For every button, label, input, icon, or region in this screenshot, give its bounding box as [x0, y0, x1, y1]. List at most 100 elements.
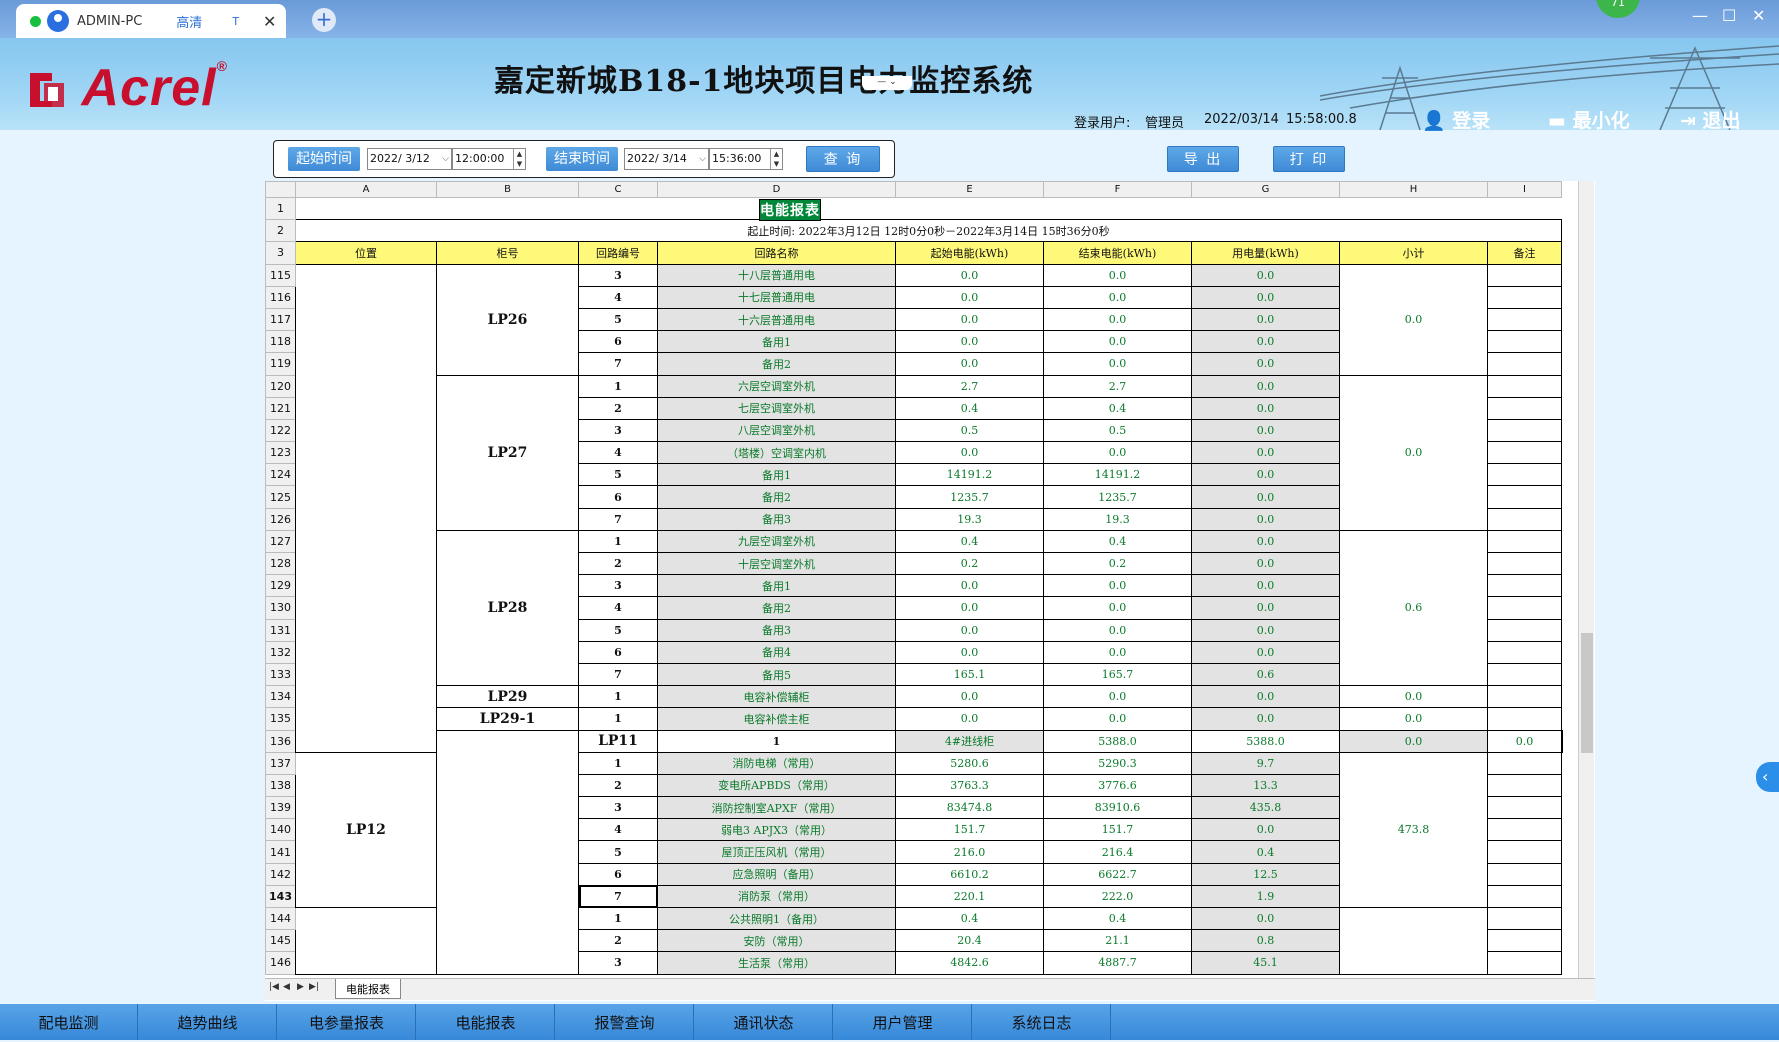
- energy-used[interactable]: 0.8: [1191, 929, 1340, 953]
- prev-sheet-icon[interactable]: ◀: [283, 982, 290, 992]
- circuit-no[interactable]: 6: [578, 485, 658, 509]
- circuit-name[interactable]: 弱电3 APJX3（常用）: [657, 818, 896, 842]
- start-energy[interactable]: 0.0: [895, 618, 1044, 642]
- circuit-no[interactable]: 6: [578, 862, 658, 886]
- circuit-name[interactable]: 电容补偿辅柜: [657, 685, 896, 709]
- column-letter[interactable]: B: [436, 181, 579, 198]
- chevron-down-icon[interactable]: ⌵: [699, 149, 706, 169]
- circuit-no[interactable]: 2: [578, 396, 658, 420]
- energy-used[interactable]: 0.0: [1191, 263, 1340, 287]
- energy-used[interactable]: 435.8: [1191, 796, 1340, 820]
- start-energy[interactable]: 0.0: [895, 685, 1044, 709]
- end-energy[interactable]: 216.4: [1043, 840, 1192, 864]
- login-button[interactable]: 👤 登录: [1422, 106, 1490, 133]
- remark-cell[interactable]: [1487, 751, 1562, 775]
- circuit-no[interactable]: 5: [578, 840, 658, 864]
- start-energy[interactable]: 165.1: [895, 662, 1044, 687]
- circuit-no[interactable]: 4: [578, 818, 658, 842]
- energy-used[interactable]: 0.0: [1191, 529, 1340, 554]
- cabinet-cell[interactable]: LP29-1: [436, 707, 579, 731]
- energy-used[interactable]: 0.0: [1191, 441, 1340, 465]
- end-energy[interactable]: 0.0: [1043, 263, 1192, 287]
- circuit-no[interactable]: 4: [578, 441, 658, 465]
- start-energy[interactable]: 0.0: [895, 574, 1044, 598]
- circuit-name[interactable]: 4#进线柜: [895, 729, 1044, 753]
- column-letter[interactable]: G: [1191, 181, 1340, 198]
- end-energy[interactable]: 6622.7: [1043, 862, 1192, 886]
- row-number[interactable]: 122: [265, 418, 296, 443]
- subtotal-cell[interactable]: 0.0: [1487, 729, 1562, 753]
- window-minimize-icon[interactable]: —: [1692, 6, 1708, 25]
- energy-used[interactable]: 0.0: [1191, 551, 1340, 576]
- remark-cell[interactable]: [1487, 441, 1562, 465]
- circuit-no[interactable]: 1: [657, 729, 896, 753]
- circuit-no[interactable]: 2: [578, 551, 658, 576]
- energy-used[interactable]: 0.0: [1191, 507, 1340, 531]
- column-header[interactable]: 回路编号: [578, 241, 658, 265]
- start-time-field[interactable]: 12:00:00 ▲ ▼: [452, 148, 526, 170]
- end-energy[interactable]: 14191.2: [1043, 463, 1192, 487]
- energy-used[interactable]: 0.6: [1191, 662, 1340, 687]
- circuit-name[interactable]: （塔楼）空调室内机: [657, 441, 896, 465]
- row-number[interactable]: 119: [265, 352, 296, 376]
- circuit-name[interactable]: 备用2: [657, 485, 896, 509]
- window-maximize-icon[interactable]: ☐: [1722, 6, 1736, 25]
- end-energy[interactable]: 0.4: [1043, 529, 1192, 554]
- side-collapse-icon[interactable]: ‹: [1756, 762, 1779, 792]
- remark-cell[interactable]: [1487, 662, 1562, 687]
- cabinet-cell[interactable]: LP26: [436, 263, 579, 376]
- circuit-name[interactable]: 备用2: [657, 596, 896, 620]
- energy-used[interactable]: 9.7: [1191, 751, 1340, 775]
- nav-item[interactable]: 报警查询: [556, 1004, 694, 1040]
- column-letter[interactable]: F: [1043, 181, 1192, 198]
- remark-cell[interactable]: [1487, 929, 1562, 953]
- subtotal-cell[interactable]: 0.0: [1339, 374, 1488, 531]
- remark-cell[interactable]: [1487, 529, 1562, 554]
- end-energy[interactable]: 1235.7: [1043, 485, 1192, 509]
- first-sheet-icon[interactable]: |◀: [269, 982, 279, 992]
- end-energy[interactable]: 0.0: [1043, 330, 1192, 354]
- circuit-name[interactable]: 消防控制室APXF（常用）: [657, 796, 896, 820]
- remark-cell[interactable]: [1487, 773, 1562, 798]
- remark-cell[interactable]: [1487, 507, 1562, 531]
- row-number[interactable]: 124: [265, 463, 296, 487]
- row-number[interactable]: 136: [265, 729, 296, 753]
- end-energy[interactable]: 0.0: [1043, 441, 1192, 465]
- row-number[interactable]: 2: [265, 219, 296, 243]
- column-letter[interactable]: C: [578, 181, 658, 198]
- start-energy[interactable]: 2.7: [895, 374, 1044, 398]
- end-energy[interactable]: 151.7: [1043, 818, 1192, 842]
- column-header[interactable]: 柜号: [436, 241, 579, 265]
- row-number[interactable]: 132: [265, 640, 296, 664]
- column-header[interactable]: 起始电能(kWh): [895, 241, 1044, 265]
- start-energy[interactable]: 0.0: [895, 330, 1044, 354]
- start-energy[interactable]: 0.2: [895, 551, 1044, 576]
- next-sheet-icon[interactable]: ▶: [297, 982, 304, 992]
- subtotal-cell[interactable]: 0.0: [1339, 685, 1488, 709]
- circuit-no[interactable]: 7: [578, 352, 658, 376]
- remark-cell[interactable]: [1487, 840, 1562, 864]
- start-energy[interactable]: 0.0: [895, 285, 1044, 309]
- nav-item[interactable]: 通讯状态: [695, 1004, 833, 1040]
- circuit-no[interactable]: 3: [578, 951, 658, 975]
- spinner-icon[interactable]: ▲ ▼: [770, 149, 782, 169]
- circuit-name[interactable]: 十八层普通用电: [657, 263, 896, 287]
- energy-used[interactable]: 0.0: [1191, 707, 1340, 731]
- circuit-no[interactable]: 4: [578, 596, 658, 620]
- start-energy[interactable]: 0.4: [895, 529, 1044, 554]
- row-number[interactable]: 125: [265, 485, 296, 509]
- end-energy[interactable]: 0.0: [1043, 618, 1192, 642]
- end-energy[interactable]: 21.1: [1043, 929, 1192, 953]
- remark-cell[interactable]: [1487, 862, 1562, 886]
- remark-cell[interactable]: [1487, 596, 1562, 620]
- start-energy[interactable]: 220.1: [895, 884, 1044, 909]
- export-button[interactable]: 导 出: [1167, 146, 1239, 172]
- row-number[interactable]: 118: [265, 330, 296, 354]
- column-letter[interactable]: H: [1339, 181, 1488, 198]
- circuit-no[interactable]: 5: [578, 307, 658, 332]
- energy-used[interactable]: 0.4: [1191, 840, 1340, 864]
- circuit-no[interactable]: 6: [578, 640, 658, 664]
- start-energy[interactable]: 0.0: [895, 352, 1044, 376]
- energy-used[interactable]: 0.0: [1191, 374, 1340, 398]
- nav-item[interactable]: 配电监测: [0, 1004, 138, 1040]
